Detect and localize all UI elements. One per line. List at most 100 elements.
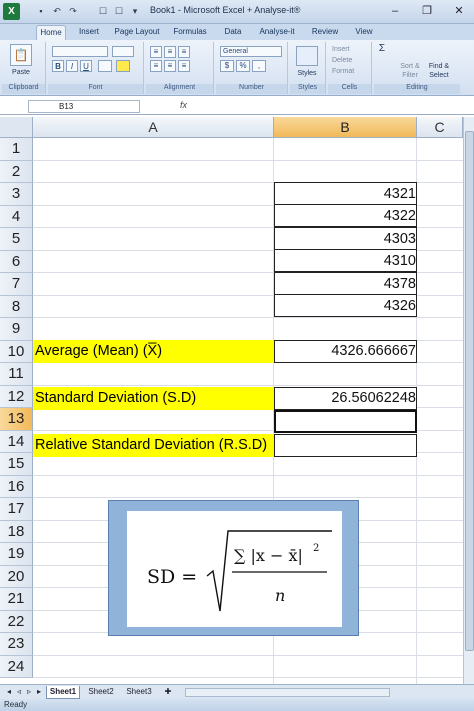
- undo-icon[interactable]: ↶: [50, 5, 64, 18]
- cell-b8[interactable]: 4326: [274, 294, 417, 317]
- quick-access-icon[interactable]: ☐: [96, 5, 110, 18]
- sort-filter-button[interactable]: Sort & Filter: [396, 62, 424, 80]
- tab-analyse-it[interactable]: Analyse-it: [254, 25, 300, 40]
- cell-b3[interactable]: 4321: [274, 182, 417, 205]
- minimize-icon[interactable]: –: [380, 2, 410, 20]
- row-header-9[interactable]: 9: [0, 318, 33, 341]
- row-header-8[interactable]: 8: [0, 295, 33, 318]
- number-format-select[interactable]: General: [220, 46, 282, 57]
- function-icon[interactable]: fx: [180, 100, 187, 110]
- row-header-1[interactable]: 1: [0, 138, 33, 161]
- cell-a10[interactable]: Average (Mean) (X̅): [33, 340, 273, 363]
- font-name-select[interactable]: [52, 46, 108, 57]
- column-header-a[interactable]: A: [33, 117, 274, 138]
- row-header-20[interactable]: 20: [0, 565, 33, 588]
- tab-sheet2[interactable]: Sheet2: [84, 686, 118, 699]
- cell-b12[interactable]: 26.56062248: [274, 387, 417, 410]
- italic-button[interactable]: I: [66, 60, 78, 72]
- row-header-23[interactable]: 23: [0, 633, 33, 656]
- row-header-19[interactable]: 19: [0, 543, 33, 566]
- cell-b10[interactable]: 4326.666667: [274, 340, 417, 363]
- row-header-14[interactable]: 14: [0, 430, 33, 453]
- insert-cells-button[interactable]: Insert: [332, 45, 370, 54]
- fill-color-icon[interactable]: [116, 60, 130, 72]
- align-center-icon[interactable]: ≡: [164, 60, 176, 72]
- cell-a12[interactable]: Standard Deviation (S.D): [33, 387, 273, 410]
- find-select-button[interactable]: Find & Select: [424, 62, 454, 80]
- row-header-11[interactable]: 11: [0, 363, 33, 386]
- row-header-6[interactable]: 6: [0, 250, 33, 273]
- row-header-24[interactable]: 24: [0, 655, 33, 678]
- row-header-18[interactable]: 18: [0, 520, 33, 543]
- currency-icon[interactable]: $: [220, 60, 234, 72]
- tab-data[interactable]: Data: [220, 25, 246, 40]
- font-size-select[interactable]: [112, 46, 134, 57]
- paste-button[interactable]: Paste: [4, 68, 38, 77]
- tab-page-layout[interactable]: Page Layout: [112, 25, 162, 40]
- align-middle-icon[interactable]: ≡: [164, 46, 176, 58]
- borders-icon[interactable]: [98, 60, 112, 72]
- select-all-corner[interactable]: [0, 117, 33, 138]
- row-header-4[interactable]: 4: [0, 205, 33, 228]
- bold-button[interactable]: B: [52, 60, 64, 72]
- horizontal-scrollbar[interactable]: [185, 688, 390, 697]
- save-icon[interactable]: ▪: [34, 5, 48, 18]
- quick-access-icon-2[interactable]: ☐: [112, 5, 126, 18]
- row-header-5[interactable]: 5: [0, 228, 33, 251]
- align-right-icon[interactable]: ≡: [178, 60, 190, 72]
- column-header-c[interactable]: C: [417, 117, 463, 138]
- tab-home[interactable]: Home: [36, 25, 66, 40]
- row-header-13[interactable]: 13: [0, 408, 33, 431]
- name-box[interactable]: B13: [28, 100, 140, 113]
- customize-qat-icon[interactable]: ▾: [128, 5, 142, 18]
- styles-button[interactable]: Styles: [290, 69, 324, 78]
- cell-b6[interactable]: 4310: [274, 249, 417, 272]
- cell-b7[interactable]: 4378: [274, 272, 417, 295]
- tab-insert[interactable]: Insert: [74, 25, 104, 40]
- cell-b14[interactable]: [274, 434, 417, 457]
- vertical-scrollbar[interactable]: [463, 117, 474, 684]
- tab-view[interactable]: View: [350, 25, 378, 40]
- row-header-22[interactable]: 22: [0, 610, 33, 633]
- insert-sheet-icon[interactable]: ✚: [160, 686, 176, 699]
- cell-b13-selected[interactable]: [274, 410, 417, 433]
- underline-button[interactable]: U: [80, 60, 92, 72]
- styles-icon[interactable]: [296, 46, 318, 66]
- tab-review[interactable]: Review: [308, 25, 342, 40]
- paste-icon[interactable]: 📋: [10, 44, 32, 66]
- prev-sheet-icon[interactable]: ◃: [14, 686, 24, 699]
- row-header-2[interactable]: 2: [0, 160, 33, 183]
- row-header-17[interactable]: 17: [0, 498, 33, 521]
- percent-icon[interactable]: %: [236, 60, 250, 72]
- column-header-b[interactable]: B: [274, 117, 417, 138]
- redo-icon[interactable]: ↷: [66, 5, 80, 18]
- autosum-icon[interactable]: Σ: [376, 44, 388, 54]
- next-sheet-icon[interactable]: ▹: [24, 686, 34, 699]
- align-top-icon[interactable]: ≡: [150, 46, 162, 58]
- align-bottom-icon[interactable]: ≡: [178, 46, 190, 58]
- row-header-12[interactable]: 12: [0, 385, 33, 408]
- cell-b4[interactable]: 4322: [274, 204, 417, 227]
- cell-a14[interactable]: Relative Standard Deviation (R.S.D): [33, 434, 273, 457]
- format-cells-button[interactable]: Format: [332, 67, 370, 76]
- align-left-icon[interactable]: ≡: [150, 60, 162, 72]
- row-header-21[interactable]: 21: [0, 588, 33, 611]
- scroll-thumb[interactable]: [465, 131, 474, 651]
- tab-formulas[interactable]: Formulas: [170, 25, 210, 40]
- delete-cells-button[interactable]: Delete: [332, 56, 370, 65]
- row-header-7[interactable]: 7: [0, 273, 33, 296]
- row-header-3[interactable]: 3: [0, 183, 33, 206]
- formula-image[interactable]: SD = ∑ |x − x̄| 2 n: [108, 500, 359, 636]
- last-sheet-icon[interactable]: ▸: [34, 686, 44, 699]
- comma-icon[interactable]: ,: [252, 60, 266, 72]
- restore-icon[interactable]: ❐: [412, 2, 442, 20]
- row-header-15[interactable]: 15: [0, 453, 33, 476]
- tab-sheet3[interactable]: Sheet3: [122, 686, 156, 699]
- row-header-16[interactable]: 16: [0, 475, 33, 498]
- row-header-10[interactable]: 10: [0, 340, 33, 363]
- excel-logo-icon[interactable]: X: [3, 3, 20, 20]
- cell-b5[interactable]: 4303: [274, 227, 417, 250]
- close-icon[interactable]: ✕: [444, 2, 474, 20]
- first-sheet-icon[interactable]: ◂: [4, 686, 14, 699]
- tab-sheet1[interactable]: Sheet1: [46, 686, 80, 699]
